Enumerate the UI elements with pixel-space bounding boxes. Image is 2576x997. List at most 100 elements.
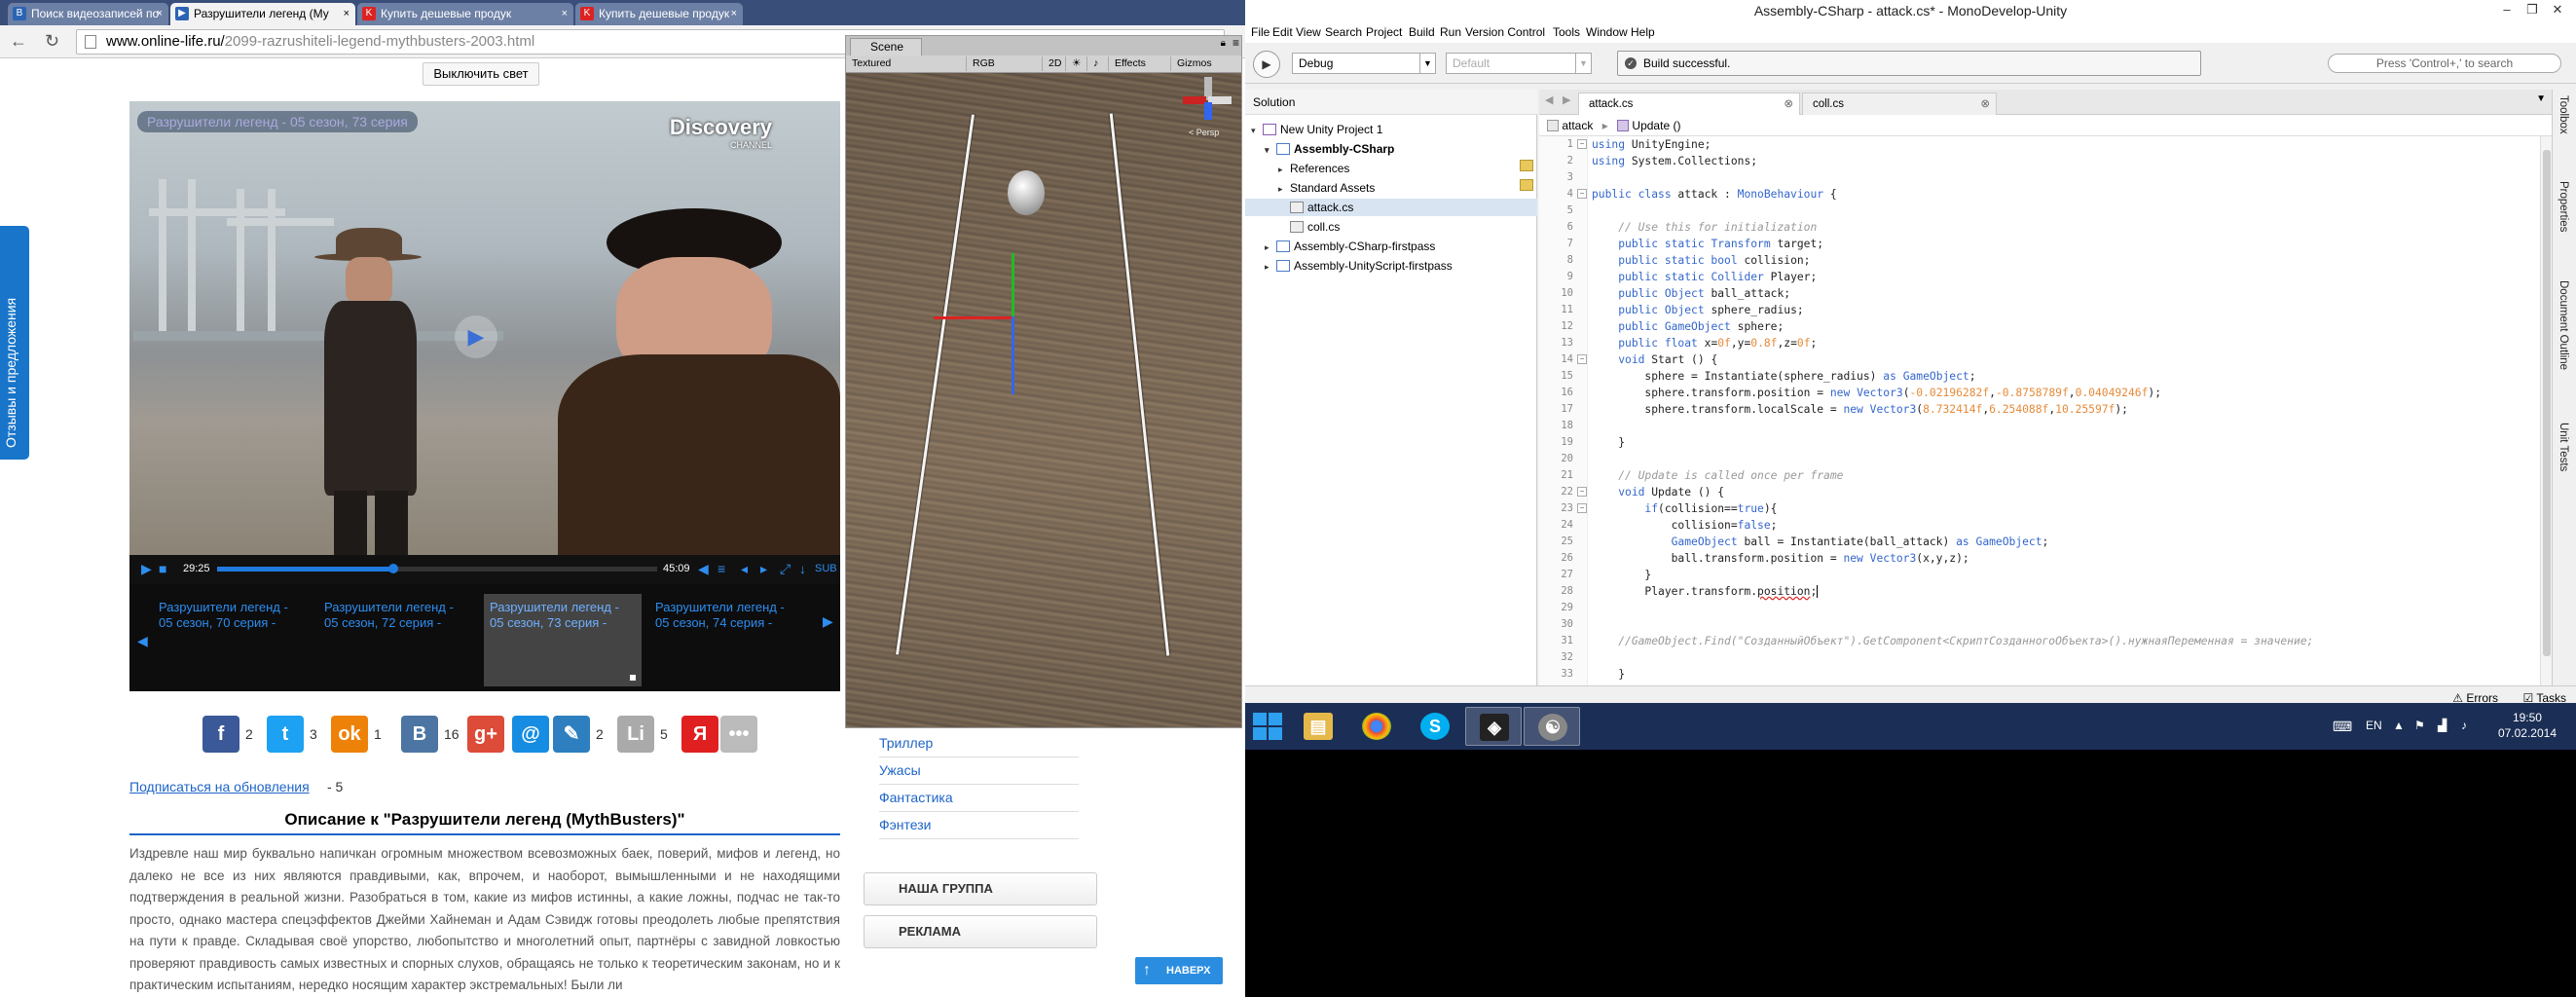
prev-icon[interactable]: ◂ — [741, 561, 748, 577]
google-plus-icon[interactable]: g+ — [467, 716, 504, 753]
genre-link[interactable]: Триллер — [879, 730, 1079, 757]
subtitles-button[interactable]: SUB — [815, 563, 837, 574]
expander-icon[interactable]: ▸ — [1265, 258, 1276, 276]
light-toggle-icon[interactable]: ☀ — [1066, 56, 1087, 71]
scene-viewport[interactable]: < Persp — [846, 73, 1241, 727]
odnoklassniki-icon[interactable]: ok — [331, 716, 368, 753]
menu-version-control[interactable]: Version Control — [1465, 25, 1545, 39]
audio-toggle-icon[interactable]: ♪ — [1087, 56, 1109, 71]
to-top-button[interactable]: НАВЕРХ — [1135, 957, 1223, 984]
code-editor[interactable]: ◀ ▶ attack.cs ⊗ coll.cs ⊗ ▼ attack ▸ Updat… — [1539, 90, 2552, 685]
facebook-icon[interactable]: f — [202, 716, 239, 753]
taskbar-monodevelop[interactable]: ☯ — [1524, 707, 1580, 746]
network-icon[interactable]: ▟ — [2438, 719, 2447, 732]
render-mode-dropdown[interactable]: RGB — [967, 56, 1043, 71]
unity-scene-window[interactable]: Scene 🔒︎ ≡ Textured RGB 2D ☀ ♪ Effects G… — [845, 35, 1242, 728]
document-outline-pad-tab[interactable]: Document Outline — [2558, 280, 2569, 370]
solution-item[interactable]: ▸ References — [1245, 160, 1537, 177]
mailru-icon[interactable]: @ — [512, 716, 549, 753]
close-icon[interactable]: ✕ — [2547, 0, 2568, 19]
menu-tools[interactable]: Tools — [1553, 25, 1580, 39]
playlist-prev-icon[interactable]: ◀ — [137, 633, 148, 649]
tray-arrow-icon[interactable]: ▲ — [2393, 719, 2405, 732]
unit-tests-pad-tab[interactable]: Unit Tests — [2558, 423, 2569, 471]
tab-list-icon[interactable]: ▼ — [2536, 93, 2546, 104]
fold-toggle-icon[interactable]: − — [1577, 487, 1587, 497]
playlist-item[interactable]: Разрушители легенд - 05 сезон, 74 серия … — [649, 594, 807, 686]
reload-icon[interactable]: ↻ — [45, 31, 59, 52]
menu-run[interactable]: Run — [1440, 25, 1461, 39]
menu-edit[interactable]: Edit — [1272, 25, 1293, 39]
search-input[interactable]: Press 'Control+,' to search — [2328, 54, 2561, 73]
playlist-item[interactable]: Разрушители легенд - 05 сезон, 70 серия … — [153, 594, 311, 686]
keyboard-icon[interactable]: ⌨ — [2333, 719, 2352, 735]
close-icon[interactable]: × — [731, 3, 737, 24]
lights-off-button[interactable]: Выключить свет — [423, 62, 539, 86]
menu-icon[interactable]: ≡ — [1233, 36, 1239, 50]
z-axis-handle[interactable] — [1012, 316, 1014, 394]
fold-toggle-icon[interactable]: − — [1577, 189, 1587, 199]
effects-dropdown[interactable]: Effects — [1109, 56, 1171, 71]
vkontakte-icon[interactable]: В — [401, 716, 438, 753]
tab-scene[interactable]: Scene — [850, 38, 922, 55]
expander-icon[interactable]: ▾ — [1251, 122, 1263, 139]
menu-search[interactable]: Search — [1325, 25, 1362, 39]
yandex-icon[interactable]: Я — [681, 716, 718, 753]
shading-mode-dropdown[interactable]: Textured — [846, 56, 967, 71]
expander-icon[interactable]: ▾ — [1265, 141, 1276, 159]
clock[interactable]: 19:50 07.02.2014 — [2498, 710, 2557, 741]
taskbar-skype[interactable]: S — [1407, 707, 1463, 746]
toolbox-pad-tab[interactable]: Toolbox — [2558, 95, 2569, 134]
genre-link[interactable]: Фэнтези — [879, 812, 1079, 839]
back-icon[interactable]: ← — [10, 31, 27, 52]
fullscreen-icon[interactable]: ⤢ — [780, 561, 791, 577]
genre-link[interactable]: Фантастика — [879, 785, 1079, 812]
livejournal-icon[interactable]: ✎ — [553, 716, 590, 753]
close-icon[interactable]: × — [157, 3, 163, 24]
playlist-item[interactable]: Разрушители легенд - 05 сезон, 72 серия … — [318, 594, 476, 686]
breadcrumb-method[interactable]: Update () — [1632, 119, 1680, 132]
taskbar-unity[interactable]: ◈ — [1465, 707, 1522, 746]
code-area[interactable]: using UnityEngine; using System.Collecti… — [1592, 136, 2546, 685]
volume-icon[interactable]: ◀ — [698, 561, 709, 577]
solution-item[interactable]: ▾ New Unity Project 1 — [1245, 121, 1537, 138]
y-axis-handle[interactable] — [1012, 253, 1014, 321]
maximize-icon[interactable]: ❐ — [2521, 0, 2543, 19]
tab-attack-cs[interactable]: attack.cs ⊗ — [1578, 92, 1800, 115]
more-icon[interactable]: ••• — [720, 716, 757, 753]
progress-knob[interactable] — [387, 564, 398, 573]
close-icon[interactable]: ⊗ — [1784, 93, 1793, 115]
run-button[interactable]: ▶ — [1253, 51, 1280, 78]
menu-window[interactable]: Window — [1586, 25, 1628, 39]
breadcrumb-class[interactable]: attack — [1562, 119, 1593, 132]
start-button[interactable] — [1251, 711, 1284, 742]
feedback-tab[interactable]: Отзывы и предложения — [0, 226, 29, 460]
properties-pad-tab[interactable]: Properties — [2558, 181, 2569, 232]
browser-tab[interactable]: K Купить дешевые продук × — [575, 3, 743, 25]
sphere-object[interactable] — [1008, 170, 1045, 215]
language-indicator[interactable]: EN — [2366, 719, 2382, 732]
browser-tab[interactable]: K Купить дешевые продук × — [357, 3, 573, 25]
platform-select[interactable]: Default ▼ — [1446, 53, 1592, 74]
twitter-icon[interactable]: t — [267, 716, 304, 753]
configuration-select[interactable]: Debug ▼ — [1292, 53, 1436, 74]
menu-help[interactable]: Help — [1631, 25, 1655, 39]
lock-icon[interactable]: 🔒︎ — [1221, 38, 1226, 49]
download-icon[interactable]: ↓ — [799, 561, 806, 576]
menu-project[interactable]: Project — [1366, 25, 1402, 39]
nav-back-icon[interactable]: ◀ — [1545, 93, 1553, 106]
next-icon[interactable]: ▸ — [760, 561, 767, 577]
expander-icon[interactable]: ▸ — [1265, 239, 1276, 256]
solution-item[interactable]: attack.cs — [1245, 199, 1537, 216]
editor-scrollbar[interactable] — [2540, 136, 2552, 685]
menu-file[interactable]: File — [1251, 25, 1270, 39]
play-icon[interactable]: ▶ — [141, 561, 152, 577]
menu-build[interactable]: Build — [1409, 25, 1435, 39]
expander-icon[interactable]: ▸ — [1278, 180, 1290, 198]
scrollbar-thumb[interactable] — [2543, 150, 2551, 656]
solution-item[interactable]: coll.cs — [1245, 218, 1537, 236]
expander-icon[interactable]: ▸ — [1278, 161, 1290, 178]
flag-icon[interactable]: ⚑ — [2414, 719, 2425, 732]
playlist-next-icon[interactable]: ▶ — [823, 613, 833, 630]
tab-coll-cs[interactable]: coll.cs ⊗ — [1802, 92, 1997, 115]
